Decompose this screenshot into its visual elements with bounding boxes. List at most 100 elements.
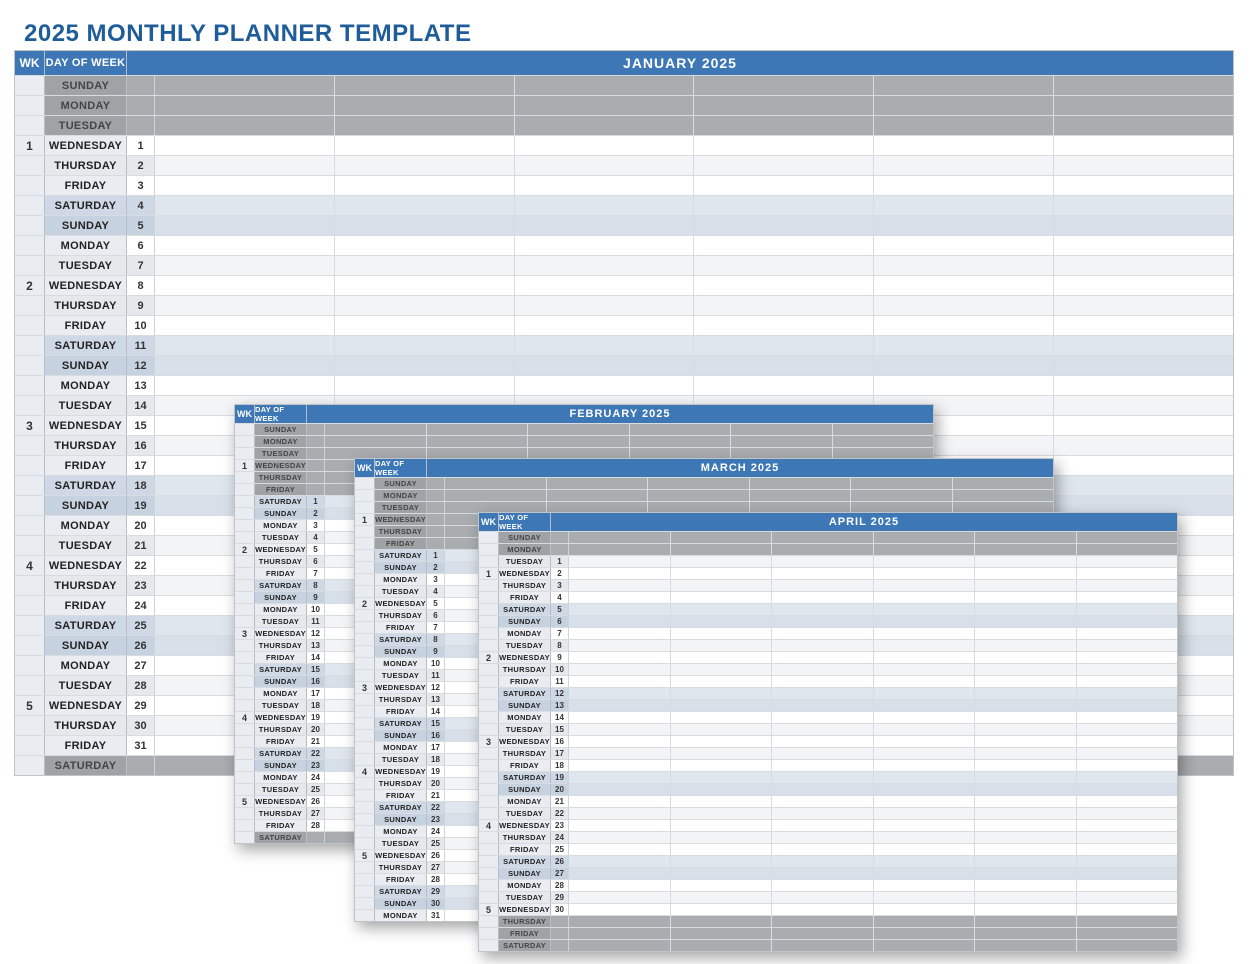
entry-slot[interactable] <box>528 436 630 447</box>
entry-slot[interactable] <box>1054 176 1233 195</box>
entry-slot[interactable] <box>547 478 649 489</box>
entry-slot[interactable] <box>975 532 1077 543</box>
entry-slot[interactable] <box>975 748 1077 759</box>
entry-slot[interactable] <box>1077 652 1178 663</box>
entry-slot[interactable] <box>874 916 976 927</box>
entry-slot[interactable] <box>772 616 874 627</box>
entry-slot[interactable] <box>671 916 773 927</box>
entry-slot[interactable] <box>648 478 750 489</box>
entry-slot[interactable] <box>975 592 1077 603</box>
entry-slot[interactable] <box>671 628 773 639</box>
entry-slot[interactable] <box>569 736 671 747</box>
entry-slot[interactable] <box>671 796 773 807</box>
entry-slot[interactable] <box>1077 568 1178 579</box>
entry-slot[interactable] <box>975 628 1077 639</box>
entry-slot[interactable] <box>975 808 1077 819</box>
entry-slot[interactable] <box>335 76 515 95</box>
entry-slot[interactable] <box>515 316 695 335</box>
entry-slot[interactable] <box>975 760 1077 771</box>
entry-slot[interactable] <box>515 336 695 355</box>
entry-slot[interactable] <box>1054 356 1233 375</box>
entry-slot[interactable] <box>874 592 976 603</box>
entry-slot[interactable] <box>155 176 335 195</box>
entry-slot[interactable] <box>648 490 750 501</box>
entry-slot[interactable] <box>630 424 732 435</box>
entry-slot[interactable] <box>671 772 773 783</box>
entry-slot[interactable] <box>874 844 976 855</box>
entry-slot[interactable] <box>975 832 1077 843</box>
entry-slot[interactable] <box>772 664 874 675</box>
entry-slot[interactable] <box>1077 532 1178 543</box>
entry-slot[interactable] <box>569 760 671 771</box>
entry-slot[interactable] <box>833 424 934 435</box>
entry-slot[interactable] <box>630 436 732 447</box>
entry-slot[interactable] <box>427 436 529 447</box>
entry-slot[interactable] <box>515 276 695 295</box>
entry-slot[interactable] <box>874 116 1054 135</box>
entry-slot[interactable] <box>975 580 1077 591</box>
entry-slot[interactable] <box>569 592 671 603</box>
entry-slot[interactable] <box>1054 116 1233 135</box>
entry-slot[interactable] <box>335 196 515 215</box>
entry-slot[interactable] <box>975 724 1077 735</box>
entry-slot[interactable] <box>772 940 874 951</box>
entry-slot[interactable] <box>874 640 976 651</box>
entry-slot[interactable] <box>772 784 874 795</box>
entry-slot[interactable] <box>694 356 874 375</box>
entry-slot[interactable] <box>772 676 874 687</box>
entry-slot[interactable] <box>874 856 976 867</box>
entry-slot[interactable] <box>874 580 976 591</box>
entry-slot[interactable] <box>671 712 773 723</box>
entry-slot[interactable] <box>569 940 671 951</box>
entry-slot[interactable] <box>155 116 335 135</box>
entry-slot[interactable] <box>335 316 515 335</box>
entry-slot[interactable] <box>569 532 671 543</box>
entry-slot[interactable] <box>975 772 1077 783</box>
entry-slot[interactable] <box>772 868 874 879</box>
entry-slot[interactable] <box>874 712 976 723</box>
entry-slot[interactable] <box>874 604 976 615</box>
entry-slot[interactable] <box>569 916 671 927</box>
entry-slot[interactable] <box>671 808 773 819</box>
entry-slot[interactable] <box>975 568 1077 579</box>
entry-slot[interactable] <box>1077 808 1178 819</box>
entry-slot[interactable] <box>874 136 1054 155</box>
entry-slot[interactable] <box>874 356 1054 375</box>
entry-slot[interactable] <box>1054 196 1233 215</box>
entry-slot[interactable] <box>569 700 671 711</box>
entry-slot[interactable] <box>1077 880 1178 891</box>
entry-slot[interactable] <box>975 604 1077 615</box>
entry-slot[interactable] <box>569 772 671 783</box>
entry-slot[interactable] <box>874 96 1054 115</box>
entry-slot[interactable] <box>975 556 1077 567</box>
entry-slot[interactable] <box>569 568 671 579</box>
entry-slot[interactable] <box>569 892 671 903</box>
entry-slot[interactable] <box>671 928 773 939</box>
entry-slot[interactable] <box>335 296 515 315</box>
entry-slot[interactable] <box>772 628 874 639</box>
entry-slot[interactable] <box>569 604 671 615</box>
entry-slot[interactable] <box>772 532 874 543</box>
entry-slot[interactable] <box>694 236 874 255</box>
entry-slot[interactable] <box>155 236 335 255</box>
entry-slot[interactable] <box>874 676 976 687</box>
entry-slot[interactable] <box>569 904 671 915</box>
entry-slot[interactable] <box>155 256 335 275</box>
entry-slot[interactable] <box>569 652 671 663</box>
entry-slot[interactable] <box>874 832 976 843</box>
entry-slot[interactable] <box>671 688 773 699</box>
entry-slot[interactable] <box>671 832 773 843</box>
entry-slot[interactable] <box>694 316 874 335</box>
entry-slot[interactable] <box>335 136 515 155</box>
entry-slot[interactable] <box>874 556 976 567</box>
entry-slot[interactable] <box>335 356 515 375</box>
entry-slot[interactable] <box>694 216 874 235</box>
entry-slot[interactable] <box>772 652 874 663</box>
entry-slot[interactable] <box>772 556 874 567</box>
entry-slot[interactable] <box>1077 784 1178 795</box>
entry-slot[interactable] <box>772 904 874 915</box>
entry-slot[interactable] <box>445 478 547 489</box>
entry-slot[interactable] <box>1077 712 1178 723</box>
entry-slot[interactable] <box>515 136 695 155</box>
entry-slot[interactable] <box>874 296 1054 315</box>
